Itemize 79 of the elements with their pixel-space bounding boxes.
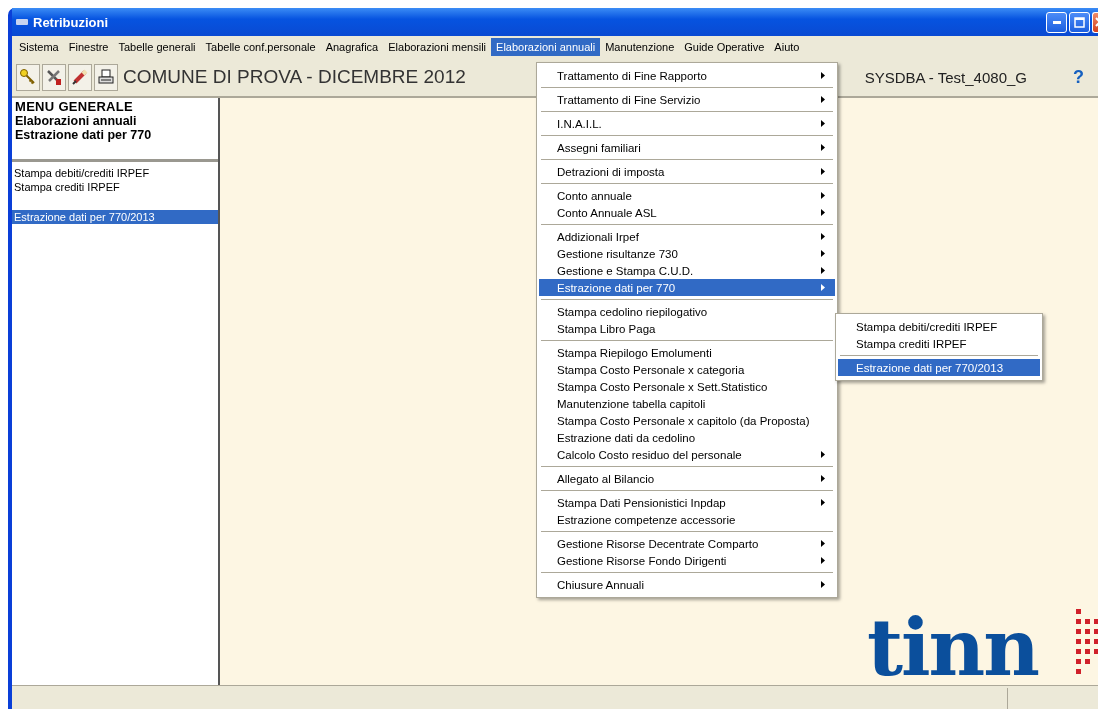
tools-button[interactable]	[42, 63, 66, 91]
submenu-arrow-icon	[821, 499, 825, 506]
menu-bar-item[interactable]: Sistema	[14, 38, 64, 56]
menu-item[interactable]: Stampa Dati Pensionistici Inpdap	[539, 494, 835, 511]
maximize-button[interactable]	[1069, 11, 1090, 33]
menu-item[interactable]: Estrazione dati per 770/2013	[838, 359, 1040, 376]
key-icon	[19, 68, 37, 86]
menu-bar-item[interactable]: Elaborazioni mensili	[383, 38, 492, 56]
menu-item[interactable]: Stampa debiti/crediti IRPEF	[838, 318, 1040, 335]
submenu-arrow-icon	[821, 168, 825, 175]
breadcrumb-line: Elaborazioni annuali	[15, 114, 138, 128]
menu-bar-item[interactable]: Anagrafica	[320, 38, 384, 56]
menu-item[interactable]: Stampa crediti IRPEF	[838, 335, 1040, 352]
menu-item[interactable]: Assegni familiari	[539, 139, 835, 156]
submenu-arrow-icon	[821, 192, 825, 199]
menu-item[interactable]: Estrazione dati per 770	[539, 279, 835, 296]
menu-item[interactable]: Gestione Risorse Decentrate Comparto	[539, 535, 835, 552]
menu-bar-item[interactable]: Finestre	[63, 38, 114, 56]
submenu-arrow-icon	[821, 540, 825, 547]
tools-icon	[45, 68, 63, 86]
menu-bar-item[interactable]: Guide Operative	[679, 38, 770, 56]
menu-item[interactable]: Allegato al Bilancio	[539, 470, 835, 487]
breadcrumb-line: MENU GENERALE	[15, 100, 135, 114]
list-item[interactable]: Stampa crediti IRPEF	[12, 180, 218, 194]
submenu-arrow-icon	[821, 451, 825, 458]
menu-item[interactable]: Trattamento di Fine Rapporto	[539, 67, 835, 84]
menu-item[interactable]: Gestione e Stampa C.U.D.	[539, 262, 835, 279]
maximize-icon	[1074, 16, 1085, 28]
submenu-arrow-icon	[821, 96, 825, 103]
submenu-arrow-icon	[821, 267, 825, 274]
submenu-arrow-icon	[821, 144, 825, 151]
submenu-arrow-icon	[821, 581, 825, 588]
menu-item[interactable]: Stampa Libro Paga	[539, 320, 835, 337]
minimize-icon	[1052, 20, 1061, 24]
logo-text: tinn	[866, 613, 1038, 683]
menu-bar-item[interactable]: Elaborazioni annuali	[491, 38, 601, 56]
window-title: Retribuzioni	[33, 14, 110, 30]
menu-item[interactable]: Gestione risultanze 730	[539, 245, 835, 262]
menu-item[interactable]: Calcolo Costo residuo del personale	[539, 446, 835, 463]
menu-item[interactable]: Conto Annuale ASL	[539, 204, 835, 221]
submenu-arrow-icon	[821, 250, 825, 257]
list-item[interactable]: Estrazione dati per 770/2013	[12, 210, 218, 224]
toolbar-caption: COMUNE DI PROVA - DICEMBRE 2012	[123, 66, 466, 88]
pen-icon	[71, 68, 89, 86]
user-label: SYSDBA - Test_4080_G	[864, 68, 1027, 86]
menu-item[interactable]: Chiusure Annuali	[539, 576, 835, 593]
pen-button[interactable]	[68, 63, 92, 91]
menu-item[interactable]: I.N.A.I.L.	[539, 115, 835, 132]
submenu-arrow-icon	[821, 72, 825, 79]
app-icon	[16, 19, 28, 25]
menu-item[interactable]: Stampa cedolino riepilogativo	[539, 303, 835, 320]
menu-bar-item[interactable]: Tabelle generali	[113, 38, 201, 56]
menu-bar-item[interactable]: Tabelle conf.personale	[200, 38, 321, 56]
submenu-arrow-icon	[821, 120, 825, 127]
submenu-arrow-icon	[821, 209, 825, 216]
menu-item[interactable]: Stampa Riepilogo Emolumenti	[539, 344, 835, 361]
minimize-button[interactable]	[1046, 11, 1067, 33]
menu-bar-item[interactable]: Manutenzione	[600, 38, 680, 56]
breadcrumb-line: Estrazione dati per 770	[15, 128, 153, 142]
menu-item[interactable]: Gestione Risorse Fondo Dirigenti	[539, 552, 835, 569]
submenu-arrow-icon	[821, 475, 825, 482]
key-tool-button[interactable]	[16, 63, 40, 91]
menu-item[interactable]: Stampa Costo Personale x capitolo (da Proposta)	[539, 412, 835, 429]
menu-item[interactable]: Estrazione competenze accessorie	[539, 511, 835, 528]
menu-item[interactable]: Trattamento di Fine Servizio	[539, 91, 835, 108]
submenu-arrow-icon	[821, 233, 825, 240]
menu-item[interactable]: Manutenzione tabella capitoli	[539, 395, 835, 412]
menu-item[interactable]: Stampa Costo Personale x Sett.Statistico	[539, 378, 835, 395]
menu-item[interactable]: Stampa Costo Personale x categoria	[539, 361, 835, 378]
submenu-arrow-icon	[821, 284, 825, 291]
menu-item[interactable]: Addizionali Irpef	[539, 228, 835, 245]
menu-item[interactable]: Estrazione dati da cedolino	[539, 429, 835, 446]
menu-bar-item[interactable]: Aiuto	[769, 38, 805, 56]
menu-item[interactable]: Detrazioni di imposta	[539, 163, 835, 180]
list-item[interactable]: Stampa debiti/crediti IRPEF	[12, 166, 218, 180]
menu-item[interactable]: Conto annuale	[539, 187, 835, 204]
submenu-arrow-icon	[821, 557, 825, 564]
printer-icon	[97, 68, 115, 86]
print-button[interactable]	[94, 63, 118, 91]
